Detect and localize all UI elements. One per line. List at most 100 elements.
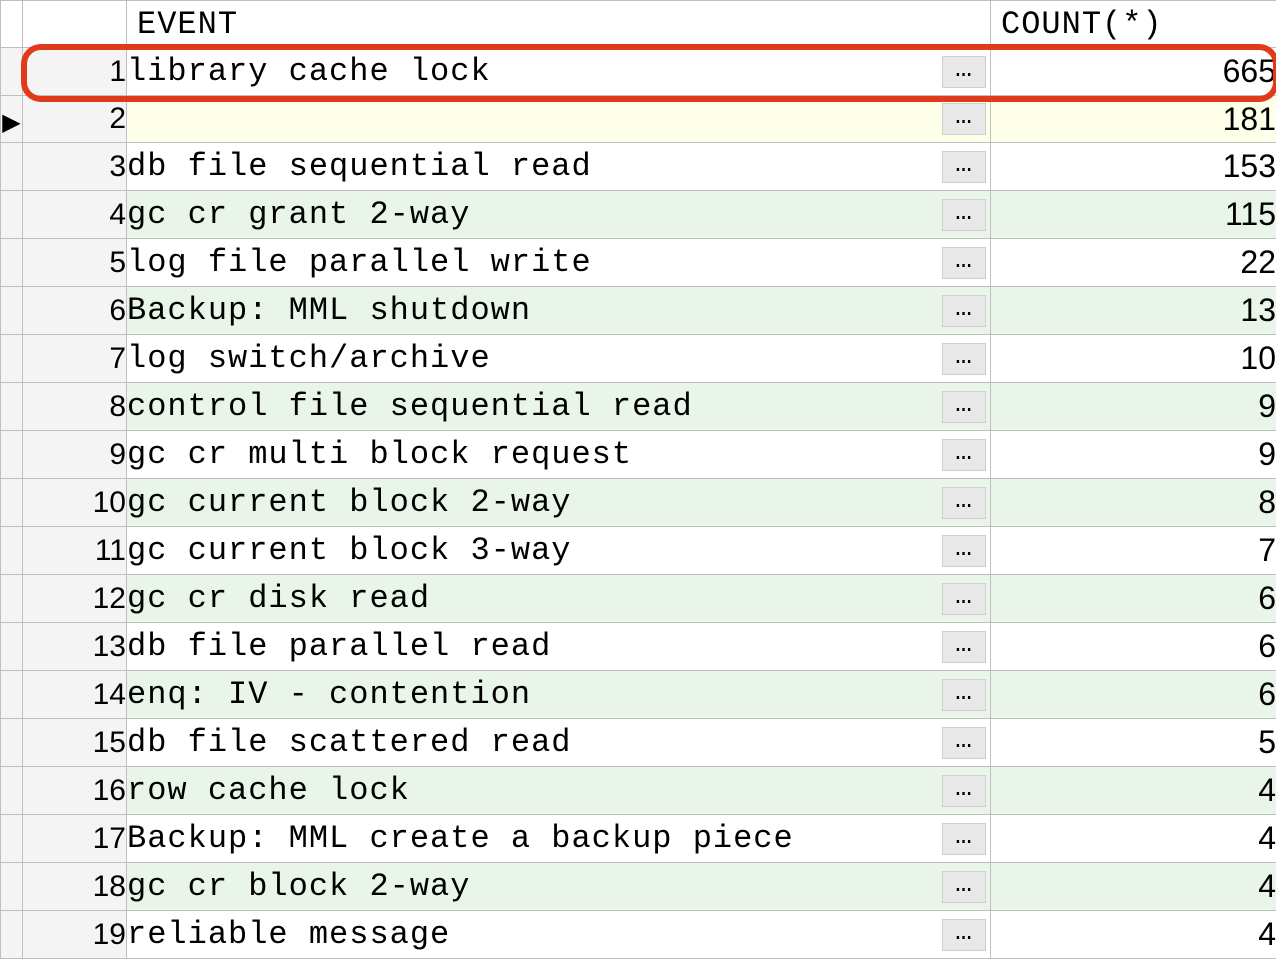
event-cell[interactable]: row cache lock…: [127, 767, 991, 815]
row-number-cell[interactable]: 15: [23, 719, 127, 767]
event-cell[interactable]: db file parallel read…: [127, 623, 991, 671]
row-number-cell[interactable]: 13: [23, 623, 127, 671]
count-cell[interactable]: 6: [991, 575, 1276, 623]
count-cell[interactable]: 4: [991, 863, 1276, 911]
row-number-cell[interactable]: 10: [23, 479, 127, 527]
column-header-event[interactable]: EVENT: [127, 1, 991, 48]
cell-editor-button[interactable]: …: [942, 679, 986, 711]
table-row[interactable]: 17Backup: MML create a backup piece…4: [1, 815, 1276, 863]
table-row[interactable]: 5log file parallel write…22: [1, 239, 1276, 287]
count-cell[interactable]: 6: [991, 671, 1276, 719]
cell-editor-button[interactable]: …: [942, 439, 986, 471]
row-number-cell[interactable]: 18: [23, 863, 127, 911]
row-number-cell[interactable]: 2: [23, 96, 127, 143]
event-cell[interactable]: db file sequential read…: [127, 143, 991, 191]
event-cell[interactable]: Backup: MML create a backup piece…: [127, 815, 991, 863]
count-cell[interactable]: 9: [991, 383, 1276, 431]
event-cell[interactable]: gc current block 3-way…: [127, 527, 991, 575]
cell-editor-button[interactable]: …: [942, 295, 986, 327]
count-cell[interactable]: 8: [991, 479, 1276, 527]
count-cell[interactable]: 22: [991, 239, 1276, 287]
row-number-cell[interactable]: 19: [23, 911, 127, 959]
cell-editor-button[interactable]: …: [942, 103, 986, 135]
event-cell[interactable]: …: [127, 96, 991, 143]
count-cell[interactable]: 13: [991, 287, 1276, 335]
cell-editor-button[interactable]: …: [942, 871, 986, 903]
table-row[interactable]: 8control file sequential read…9: [1, 383, 1276, 431]
row-marker-cell: [1, 719, 23, 767]
count-cell[interactable]: 181: [991, 96, 1276, 143]
table-row[interactable]: 16row cache lock…4: [1, 767, 1276, 815]
cell-editor-button[interactable]: …: [942, 199, 986, 231]
table-row[interactable]: 6Backup: MML shutdown…13: [1, 287, 1276, 335]
cell-editor-button[interactable]: …: [942, 391, 986, 423]
cell-editor-button[interactable]: …: [942, 727, 986, 759]
table-row[interactable]: 1library cache lock…665: [1, 48, 1276, 96]
table-row[interactable]: 15db file scattered read…5: [1, 719, 1276, 767]
table-row[interactable]: ▶2…181: [1, 96, 1276, 143]
table-row[interactable]: 12gc cr disk read…6: [1, 575, 1276, 623]
row-number-cell[interactable]: 17: [23, 815, 127, 863]
row-number-cell[interactable]: 8: [23, 383, 127, 431]
column-header-count[interactable]: COUNT(*): [991, 1, 1276, 48]
row-number-cell[interactable]: 1: [23, 48, 127, 96]
event-cell[interactable]: gc cr grant 2-way…: [127, 191, 991, 239]
count-cell[interactable]: 115: [991, 191, 1276, 239]
row-number-cell[interactable]: 16: [23, 767, 127, 815]
count-cell[interactable]: 10: [991, 335, 1276, 383]
cell-editor-button[interactable]: …: [942, 487, 986, 519]
row-number-cell[interactable]: 5: [23, 239, 127, 287]
count-cell[interactable]: 7: [991, 527, 1276, 575]
cell-editor-button[interactable]: …: [942, 247, 986, 279]
table-row[interactable]: 18gc cr block 2-way…4: [1, 863, 1276, 911]
table-row[interactable]: 19reliable message…4: [1, 911, 1276, 959]
cell-editor-button[interactable]: …: [942, 919, 986, 951]
table-row[interactable]: 3db file sequential read…153: [1, 143, 1276, 191]
event-cell[interactable]: gc current block 2-way…: [127, 479, 991, 527]
row-marker-cell: [1, 48, 23, 96]
results-grid[interactable]: EVENT COUNT(*) 1library cache lock…665▶2…: [0, 0, 1276, 959]
table-row[interactable]: 13db file parallel read…6: [1, 623, 1276, 671]
event-cell[interactable]: log file parallel write…: [127, 239, 991, 287]
row-number-cell[interactable]: 3: [23, 143, 127, 191]
cell-editor-button[interactable]: …: [942, 631, 986, 663]
row-number-cell[interactable]: 7: [23, 335, 127, 383]
cell-editor-button[interactable]: …: [942, 343, 986, 375]
count-cell[interactable]: 665: [991, 48, 1276, 96]
count-cell[interactable]: 5: [991, 719, 1276, 767]
event-cell[interactable]: gc cr block 2-way…: [127, 863, 991, 911]
cell-editor-button[interactable]: …: [942, 56, 986, 88]
event-cell[interactable]: gc cr disk read…: [127, 575, 991, 623]
table-row[interactable]: 11gc current block 3-way…7: [1, 527, 1276, 575]
table-row[interactable]: 4gc cr grant 2-way…115: [1, 191, 1276, 239]
event-cell[interactable]: control file sequential read…: [127, 383, 991, 431]
cell-editor-button[interactable]: …: [942, 823, 986, 855]
count-cell[interactable]: 4: [991, 815, 1276, 863]
table-row[interactable]: 9gc cr multi block request…9: [1, 431, 1276, 479]
count-cell[interactable]: 4: [991, 767, 1276, 815]
table-row[interactable]: 10gc current block 2-way…8: [1, 479, 1276, 527]
count-cell[interactable]: 153: [991, 143, 1276, 191]
count-cell[interactable]: 6: [991, 623, 1276, 671]
event-cell[interactable]: Backup: MML shutdown…: [127, 287, 991, 335]
row-number-cell[interactable]: 14: [23, 671, 127, 719]
cell-editor-button[interactable]: …: [942, 151, 986, 183]
cell-editor-button[interactable]: …: [942, 583, 986, 615]
cell-editor-button[interactable]: …: [942, 775, 986, 807]
event-cell[interactable]: gc cr multi block request…: [127, 431, 991, 479]
event-cell[interactable]: reliable message…: [127, 911, 991, 959]
table-row[interactable]: 14enq: IV - contention…6: [1, 671, 1276, 719]
row-number-cell[interactable]: 6: [23, 287, 127, 335]
row-number-cell[interactable]: 4: [23, 191, 127, 239]
count-cell[interactable]: 4: [991, 911, 1276, 959]
event-cell[interactable]: enq: IV - contention…: [127, 671, 991, 719]
row-number-cell[interactable]: 11: [23, 527, 127, 575]
row-number-cell[interactable]: 12: [23, 575, 127, 623]
event-cell[interactable]: library cache lock…: [127, 48, 991, 96]
event-cell[interactable]: db file scattered read…: [127, 719, 991, 767]
count-cell[interactable]: 9: [991, 431, 1276, 479]
table-row[interactable]: 7log switch/archive…10: [1, 335, 1276, 383]
event-cell[interactable]: log switch/archive…: [127, 335, 991, 383]
row-number-cell[interactable]: 9: [23, 431, 127, 479]
cell-editor-button[interactable]: …: [942, 535, 986, 567]
